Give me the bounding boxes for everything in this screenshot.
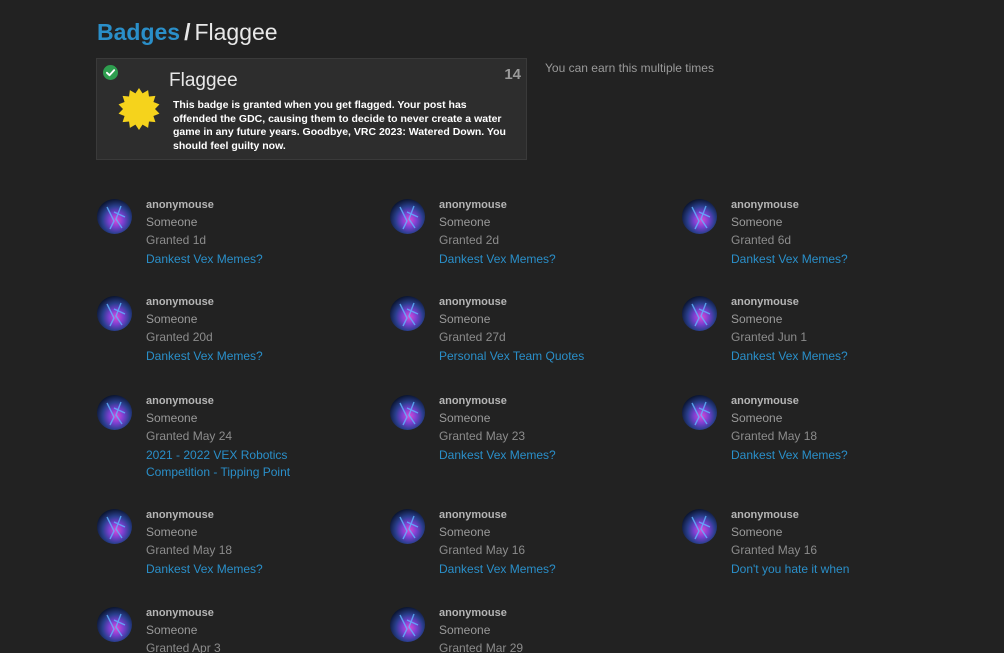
multiple-grant-note: You can earn this multiple times: [545, 61, 714, 75]
breadcrumb-current: Flaggee: [194, 19, 278, 45]
grant-topic-link[interactable]: Dankest Vex Memes?: [439, 251, 599, 268]
grant-username[interactable]: anonymouse: [439, 395, 507, 407]
grant-user-title: Someone: [439, 215, 491, 229]
grant-user-title: Someone: [731, 312, 783, 326]
grant-user-title: Someone: [439, 312, 491, 326]
grant-username[interactable]: anonymouse: [731, 199, 799, 211]
badge-grant-count: 14: [504, 66, 521, 83]
grant-topic-link[interactable]: Dankest Vex Memes?: [146, 561, 306, 578]
avatar[interactable]: [390, 199, 425, 234]
grant-username[interactable]: anonymouse: [439, 296, 507, 308]
avatar[interactable]: [390, 296, 425, 331]
grant-user-title: Someone: [439, 411, 491, 425]
grant-topic-link[interactable]: Dankest Vex Memes?: [731, 251, 891, 268]
avatar[interactable]: [97, 296, 132, 331]
grant-date: Granted May 18: [146, 543, 233, 557]
grant-username[interactable]: anonymouse: [146, 395, 214, 407]
avatar[interactable]: [97, 607, 132, 642]
badge-title: Flaggee: [169, 70, 238, 91]
badge-description: This badge is granted when you get flagg…: [173, 99, 506, 152]
grant-date: Granted 1d: [146, 233, 207, 247]
avatar[interactable]: [97, 199, 132, 234]
grant-topic-link[interactable]: Personal Vex Team Quotes: [439, 348, 599, 365]
grant-user-title: Someone: [146, 411, 198, 425]
badge-card: Flaggee 14 This badge is granted when yo…: [96, 58, 527, 160]
avatar[interactable]: [682, 509, 717, 544]
breadcrumb-separator: /: [184, 19, 191, 45]
grant-topic-link[interactable]: Dankest Vex Memes?: [439, 561, 599, 578]
grant-date: Granted May 23: [439, 429, 526, 443]
grant-topic-link[interactable]: Don't you hate it when: [731, 561, 891, 578]
grant-date: Granted Jun 1: [731, 330, 808, 344]
grant-username[interactable]: anonymouse: [731, 395, 799, 407]
grant-user-title: Someone: [731, 411, 783, 425]
grant-username[interactable]: anonymouse: [146, 607, 214, 619]
avatar[interactable]: [390, 395, 425, 430]
grant-username[interactable]: anonymouse: [146, 296, 214, 308]
avatar[interactable]: [97, 395, 132, 430]
grant-user-title: Someone: [146, 623, 198, 637]
grant-topic-link[interactable]: Dankest Vex Memes?: [731, 348, 891, 365]
grant-topic-link[interactable]: Dankest Vex Memes?: [146, 251, 306, 268]
grant-user-title: Someone: [146, 215, 198, 229]
sun-badge-icon: [118, 88, 160, 130]
grant-username[interactable]: anonymouse: [439, 199, 507, 211]
avatar[interactable]: [97, 509, 132, 544]
grant-topic-link[interactable]: Dankest Vex Memes?: [146, 348, 306, 365]
grant-username[interactable]: anonymouse: [439, 607, 507, 619]
grant-date: Granted May 16: [731, 543, 818, 557]
grant-username[interactable]: anonymouse: [146, 199, 214, 211]
grant-date: Granted May 16: [439, 543, 526, 557]
breadcrumb-badges-link[interactable]: Badges: [97, 19, 180, 45]
grant-username[interactable]: anonymouse: [731, 509, 799, 521]
grant-username[interactable]: anonymouse: [146, 509, 214, 521]
avatar[interactable]: [682, 199, 717, 234]
grant-user-title: Someone: [439, 623, 491, 637]
grant-date: Granted 20d: [146, 330, 213, 344]
grant-user-title: Someone: [439, 525, 491, 539]
grant-username[interactable]: anonymouse: [439, 509, 507, 521]
avatar[interactable]: [390, 509, 425, 544]
grant-topic-link[interactable]: Dankest Vex Memes?: [439, 447, 599, 464]
grant-user-title: Someone: [146, 525, 198, 539]
grant-date: Granted May 24: [146, 429, 233, 443]
grant-date: Granted Apr 3: [146, 641, 221, 653]
check-circle-icon: [103, 65, 118, 80]
grant-topic-link[interactable]: 2021 - 2022 VEX Robotics Competition - T…: [146, 447, 306, 481]
avatar[interactable]: [682, 395, 717, 430]
avatar[interactable]: [390, 607, 425, 642]
grant-username[interactable]: anonymouse: [731, 296, 799, 308]
grant-date: Granted 27d: [439, 330, 506, 344]
grant-user-title: Someone: [731, 525, 783, 539]
grant-date: Granted Mar 29: [439, 641, 524, 653]
grant-user-title: Someone: [731, 215, 783, 229]
grant-date: Granted 6d: [731, 233, 792, 247]
avatar[interactable]: [682, 296, 717, 331]
grant-user-title: Someone: [146, 312, 198, 326]
grant-topic-link[interactable]: Dankest Vex Memes?: [731, 447, 891, 464]
grant-date: Granted 2d: [439, 233, 500, 247]
breadcrumb: Badges / Flaggee: [97, 18, 278, 46]
grant-date: Granted May 18: [731, 429, 818, 443]
badge-page: Badges / Flaggee Flaggee 14 This badge is …: [0, 0, 1004, 653]
